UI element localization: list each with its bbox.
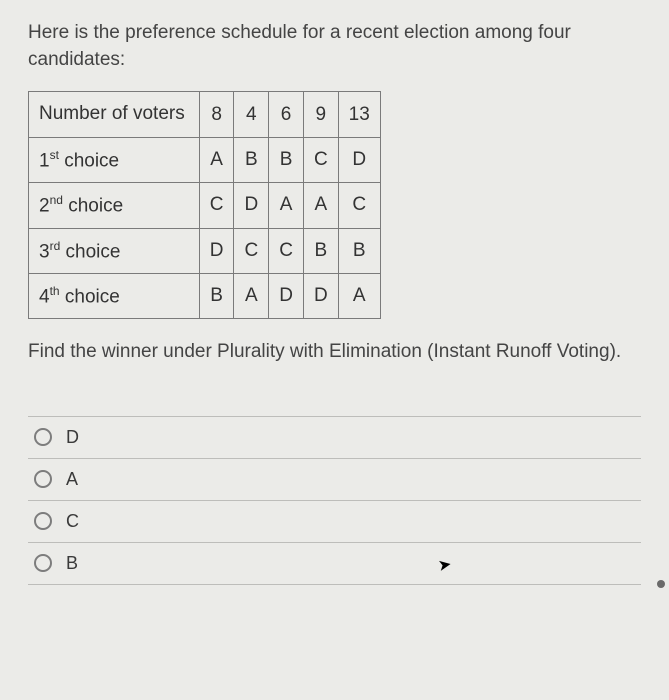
preference-table: Number of voters 8 4 6 9 13 1st choice A… — [28, 91, 381, 319]
pref-cell: B — [338, 228, 380, 273]
pref-cell: B — [234, 137, 269, 182]
table-row: 3rd choice D C C B B — [29, 228, 381, 273]
pref-cell: C — [269, 228, 304, 273]
option-label: C — [66, 511, 79, 532]
pref-cell: A — [269, 183, 304, 228]
pref-cell: D — [199, 228, 234, 273]
pref-cell: A — [338, 273, 380, 318]
option-label: A — [66, 469, 78, 490]
pref-cell: C — [199, 183, 234, 228]
pref-cell: B — [303, 228, 338, 273]
radio-icon[interactable] — [34, 428, 52, 446]
voter-count-cell: 13 — [338, 92, 380, 138]
pref-cell: B — [199, 273, 234, 318]
option-a[interactable]: A — [28, 459, 641, 501]
pref-cell: A — [234, 273, 269, 318]
radio-icon[interactable] — [34, 554, 52, 572]
pref-cell: D — [269, 273, 304, 318]
table-row: 2nd choice C D A A C — [29, 183, 381, 228]
pref-cell: D — [234, 183, 269, 228]
radio-icon[interactable] — [34, 512, 52, 530]
decorative-dot — [657, 580, 665, 588]
pref-cell: D — [303, 273, 338, 318]
table-header-row: Number of voters 8 4 6 9 13 — [29, 92, 381, 138]
table-row: 4th choice B A D D A — [29, 273, 381, 318]
pref-cell: A — [199, 137, 234, 182]
radio-icon[interactable] — [34, 470, 52, 488]
question-intro: Here is the preference schedule for a re… — [28, 20, 641, 73]
option-b[interactable]: B — [28, 543, 641, 585]
voter-count-cell: 4 — [234, 92, 269, 138]
choice-label: 1st choice — [29, 137, 200, 182]
voter-count-cell: 6 — [269, 92, 304, 138]
pref-cell: C — [303, 137, 338, 182]
choice-label: 2nd choice — [29, 183, 200, 228]
question-prompt: Find the winner under Plurality with Eli… — [28, 339, 641, 366]
pref-cell: A — [303, 183, 338, 228]
voter-count-cell: 9 — [303, 92, 338, 138]
option-d[interactable]: D — [28, 416, 641, 459]
option-label: B — [66, 553, 78, 574]
pref-cell: B — [269, 137, 304, 182]
pref-cell: C — [234, 228, 269, 273]
pref-cell: D — [338, 137, 380, 182]
table-row: 1st choice A B B C D — [29, 137, 381, 182]
option-c[interactable]: C — [28, 501, 641, 543]
choice-label: 4th choice — [29, 273, 200, 318]
option-label: D — [66, 427, 79, 448]
header-label: Number of voters — [29, 92, 200, 138]
choice-label: 3rd choice — [29, 228, 200, 273]
voter-count-cell: 8 — [199, 92, 234, 138]
answer-options: D A C B — [28, 416, 641, 585]
pref-cell: C — [338, 183, 380, 228]
